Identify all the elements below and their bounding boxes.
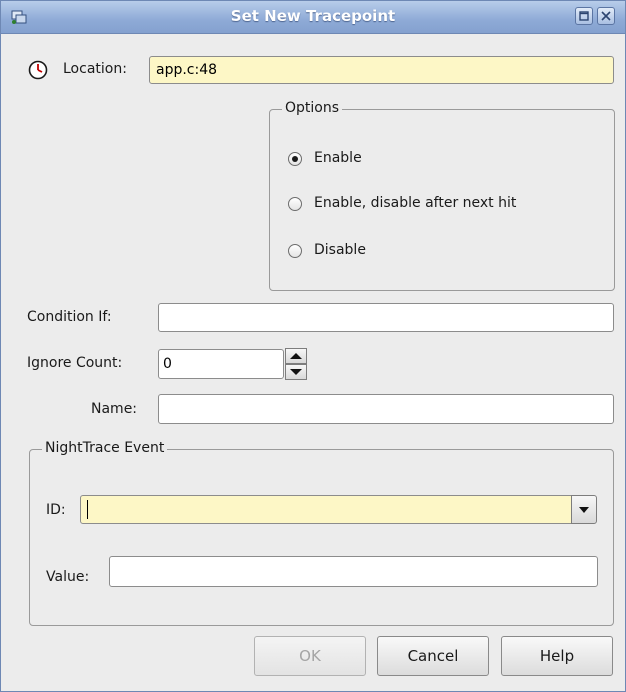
condition-field[interactable]	[158, 303, 614, 332]
radio-enable-indicator[interactable]	[288, 152, 302, 166]
event-id-combobox[interactable]	[80, 495, 572, 524]
nighttrace-legend: NightTrace Event	[42, 440, 168, 456]
condition-label: Condition If:	[27, 309, 112, 325]
title-bar[interactable]: Set New Tracepoint	[1, 1, 625, 34]
chevron-down-icon	[579, 507, 589, 513]
radio-disable-label: Disable	[314, 242, 366, 258]
event-value-label: Value:	[46, 569, 90, 585]
radio-enable-label: Enable	[314, 150, 362, 166]
radio-disable-indicator[interactable]	[288, 244, 302, 258]
ignore-count-increment[interactable]	[285, 348, 307, 364]
ignore-count-decrement[interactable]	[285, 364, 307, 380]
ignore-count-field[interactable]	[158, 349, 284, 379]
event-id-label: ID:	[46, 502, 66, 518]
maximize-button[interactable]	[575, 7, 593, 25]
dialog-window: Set New Tracepoint Location: Options Ena…	[0, 0, 626, 692]
clock-icon	[28, 60, 48, 80]
close-icon	[601, 11, 611, 21]
event-value-field[interactable]	[109, 556, 598, 587]
radio-disable[interactable]: Disable	[288, 242, 588, 262]
maximize-icon	[579, 11, 589, 21]
radio-enable-disable-after-hit-label: Enable, disable after next hit	[314, 195, 517, 211]
radio-enable-disable-after-hit-indicator[interactable]	[288, 197, 302, 211]
location-label: Location:	[63, 61, 127, 77]
location-field[interactable]	[149, 56, 614, 84]
nighttrace-group	[29, 449, 614, 626]
radio-enable-disable-after-hit[interactable]: Enable, disable after next hit	[288, 195, 598, 215]
window-title: Set New Tracepoint	[230, 7, 396, 25]
arrow-down-icon	[290, 369, 302, 375]
cancel-button[interactable]: Cancel	[377, 636, 489, 676]
text-caret	[87, 500, 88, 519]
radio-enable[interactable]: Enable	[288, 150, 588, 170]
event-id-dropdown-button[interactable]	[571, 495, 597, 524]
arrow-up-icon	[290, 353, 302, 359]
help-button[interactable]: Help	[501, 636, 613, 676]
close-button[interactable]	[597, 7, 615, 25]
name-label: Name:	[91, 401, 138, 417]
ok-button[interactable]: OK	[254, 636, 366, 676]
options-legend: Options	[282, 100, 343, 116]
name-field[interactable]	[158, 394, 614, 424]
ignore-count-label: Ignore Count:	[27, 355, 123, 371]
